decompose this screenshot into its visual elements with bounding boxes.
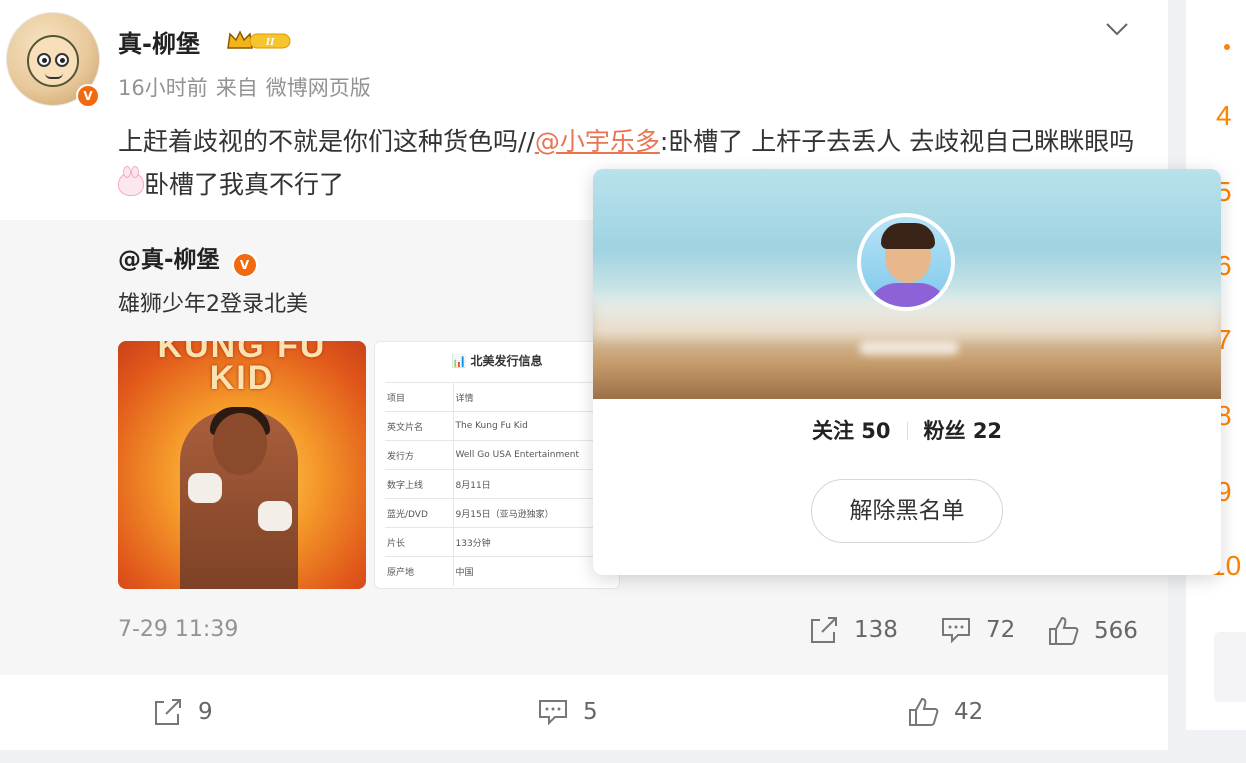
crown-level: II xyxy=(265,36,275,48)
like-button[interactable]: 42 xyxy=(908,697,983,727)
post-text-before: 上赶着歧视的不就是你们这种货色吗// xyxy=(118,127,535,156)
repost-username[interactable]: @真-柳堡 V xyxy=(118,240,258,278)
release-table-value: 详情 xyxy=(453,382,615,412)
share-icon xyxy=(155,699,181,725)
release-table-key: 项目 xyxy=(385,382,454,412)
comment-icon xyxy=(942,618,970,644)
post-source: 微博网页版 xyxy=(265,76,371,100)
hot-rank-number: 4 xyxy=(1216,100,1232,131)
chevron-down-icon[interactable] xyxy=(1104,16,1130,42)
share-icon xyxy=(811,617,837,643)
followers-stat[interactable]: 粉丝 22 xyxy=(924,419,1003,443)
release-table-key: 数字上线 xyxy=(385,469,454,499)
release-table-row: 原产地 中国 xyxy=(385,556,615,586)
release-table-key: 原产地 xyxy=(385,556,454,586)
poster-image[interactable]: KUNG FU KID xyxy=(118,341,366,589)
release-table-value: 中国 xyxy=(453,556,615,586)
release-table-key: 英文片名 xyxy=(385,411,454,441)
thumbs-up-icon xyxy=(1049,616,1079,645)
share-button[interactable]: 9 xyxy=(152,698,213,726)
release-table-value: 9月15日（亚马逊独家） xyxy=(453,498,615,528)
share-count: 9 xyxy=(198,699,213,725)
thumbs-up-icon xyxy=(909,697,939,726)
comment-count: 5 xyxy=(583,699,598,725)
mention-link[interactable]: @小宇乐多 xyxy=(535,127,660,156)
poster-title-2: KID xyxy=(209,359,275,397)
rank-dot xyxy=(1224,44,1230,50)
follow-stats: 关注 50 粉丝 22 xyxy=(593,415,1221,445)
verified-badge-icon: V xyxy=(76,84,100,108)
comment-icon xyxy=(539,700,567,726)
release-table-key: 片长 xyxy=(385,527,454,557)
release-table-value: 8月11日 xyxy=(453,469,615,499)
crown-member-icon: II xyxy=(227,30,291,49)
avatar-face xyxy=(27,35,79,87)
release-table-row: 英文片名 The Kung Fu Kid xyxy=(385,411,615,441)
release-table-row: 片长 133分钟 xyxy=(385,527,615,557)
repost-like-count: 566 xyxy=(1094,618,1138,644)
hover-card-avatar[interactable] xyxy=(857,213,955,311)
sidebar-box xyxy=(1214,632,1246,702)
repost-share-button[interactable]: 138 xyxy=(808,616,898,644)
source-prefix: 来自 xyxy=(215,76,258,100)
release-table-row: 发行方 Well Go USA Entertainment xyxy=(385,440,615,470)
release-table: 项目 详情 英文片名 The Kung Fu Kid 发行方 Well Go USA En… xyxy=(385,382,615,586)
following-stat[interactable]: 关注 50 xyxy=(812,419,891,443)
release-table-value: Well Go USA Entertainment xyxy=(453,440,615,470)
release-table-row: 数字上线 8月11日 xyxy=(385,469,615,499)
repost-verified-icon: V xyxy=(231,252,258,278)
release-table-row: 项目 详情 xyxy=(385,382,615,412)
repost-share-count: 138 xyxy=(854,617,898,643)
repost-comment-button[interactable]: 72 xyxy=(940,616,1015,644)
post-text-after: :卧槽了 上杆子去丢人 去歧视自己眯眯眼吗 xyxy=(659,127,1135,156)
release-table-value: 133分钟 xyxy=(453,527,615,557)
blurred-username xyxy=(859,341,959,355)
unblock-button[interactable]: 解除黑名单 xyxy=(811,479,1003,543)
card-divider xyxy=(0,750,1168,763)
release-info-image[interactable]: 📊 北美发行信息 项目 详情 英文片名 The Kung Fu Kid 发行方 Well … xyxy=(374,341,620,589)
release-table-title: 📊 北美发行信息 xyxy=(451,354,543,368)
bunny-emoji-icon xyxy=(118,166,144,196)
post-time[interactable]: 16小时前 xyxy=(118,76,208,100)
post-meta: 16小时前 来自 微博网页版 xyxy=(118,72,379,102)
user-hover-card: 关注 50 粉丝 22 解除黑名单 xyxy=(593,169,1221,575)
repost-text: 雄狮少年2登录北美 xyxy=(118,292,308,317)
repost-comment-count: 72 xyxy=(986,617,1016,643)
release-table-value: The Kung Fu Kid xyxy=(453,411,615,441)
release-table-key: 发行方 xyxy=(385,440,454,470)
comment-button[interactable]: 5 xyxy=(537,698,598,726)
post-text-end: 卧槽了我真不行了 xyxy=(144,170,345,199)
like-count: 42 xyxy=(954,699,984,725)
repost-time[interactable]: 7-29 11:39 xyxy=(118,617,238,642)
release-table-key: 蓝光/DVD xyxy=(385,498,454,528)
repost-like-button[interactable]: 566 xyxy=(1048,616,1138,646)
post-username[interactable]: 真-柳堡 xyxy=(118,24,200,59)
release-table-row: 蓝光/DVD 9月15日（亚马逊独家） xyxy=(385,498,615,528)
